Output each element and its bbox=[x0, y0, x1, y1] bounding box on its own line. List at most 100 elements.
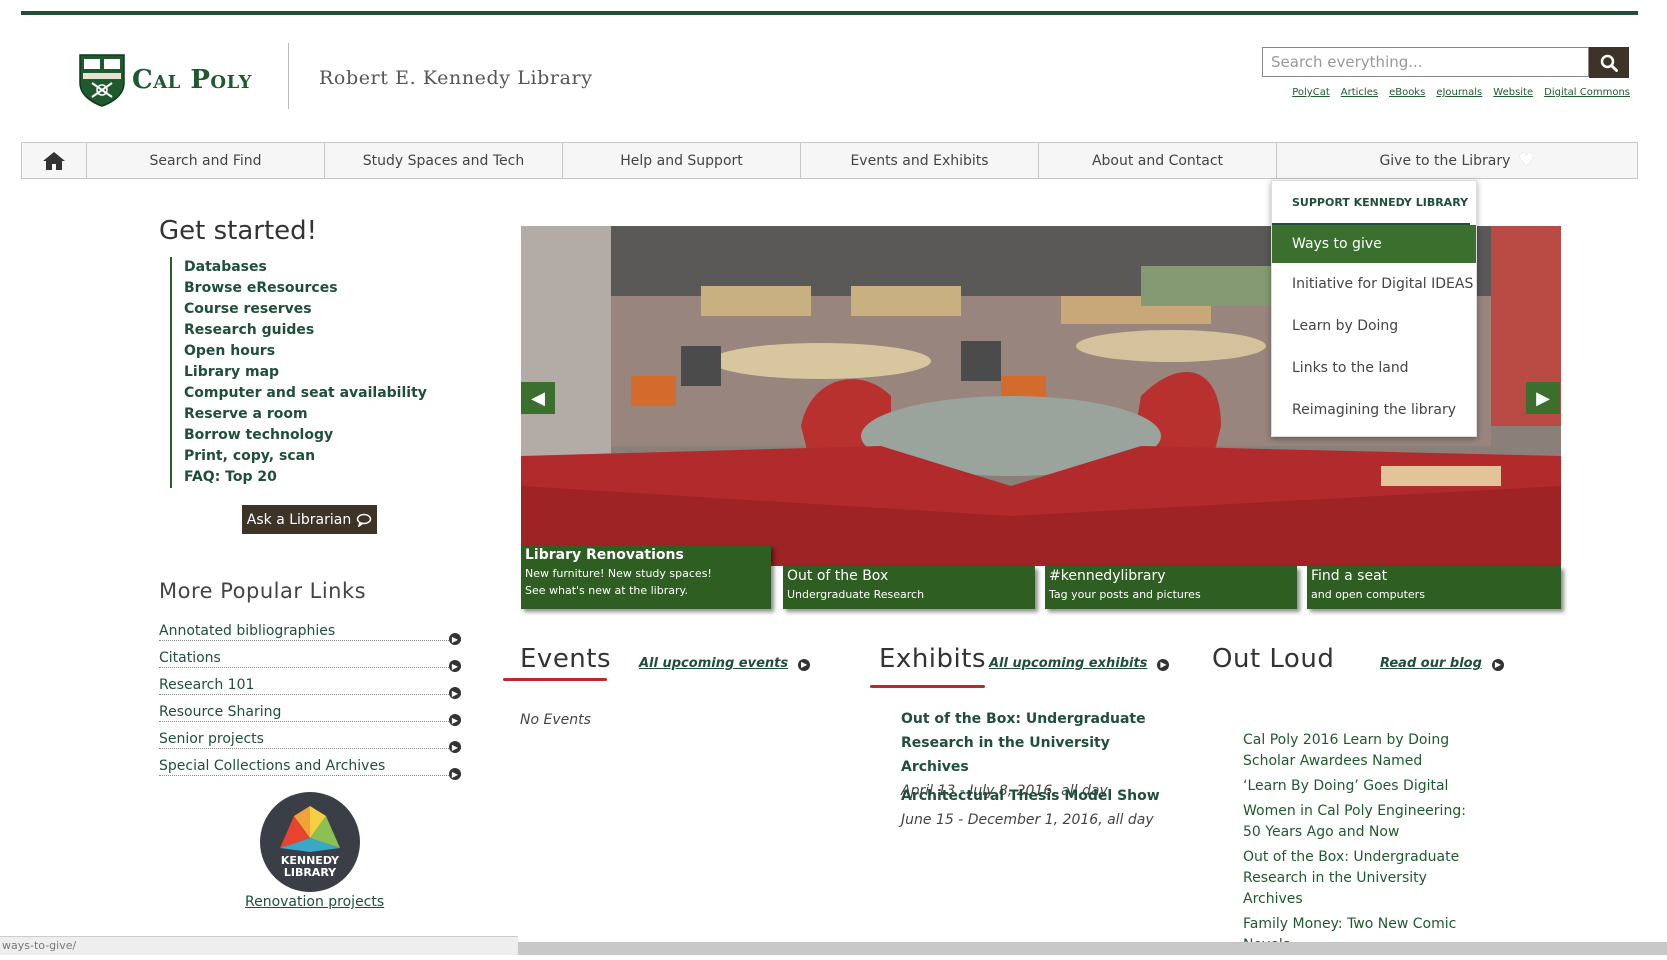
link-library-map[interactable]: Library map bbox=[184, 362, 427, 383]
get-started-heading: Get started! bbox=[159, 216, 318, 246]
link-label: Annotated bibliographies bbox=[159, 623, 336, 639]
horizontal-scrollbar[interactable] bbox=[518, 942, 1667, 955]
logo-divider bbox=[288, 43, 289, 109]
search-link-ejournals[interactable]: eJournals bbox=[1436, 87, 1482, 98]
read-blog-link[interactable]: Read our blog ▶ bbox=[1380, 656, 1504, 671]
main-nav: Search and Find Study Spaces and Tech He… bbox=[21, 142, 1638, 179]
browser-status-bar: ways-to-give/ bbox=[0, 936, 518, 955]
nav-help-support[interactable]: Help and Support bbox=[563, 143, 801, 178]
carousel-next-button[interactable]: ▶ bbox=[1526, 382, 1560, 414]
logo-text: Cal Poly bbox=[132, 65, 252, 95]
arrow-circle-icon: ▶ bbox=[798, 659, 811, 671]
link-course-reserves[interactable]: Course reserves bbox=[184, 299, 427, 320]
arrow-circle-icon: ▶ bbox=[449, 741, 461, 753]
search-link-polycat[interactable]: PolyCat bbox=[1292, 87, 1330, 98]
link-label: Senior projects bbox=[159, 731, 264, 747]
get-started-links: Databases Browse eResources Course reser… bbox=[170, 257, 427, 488]
exhibit-title[interactable]: Architectural Thesis Model Show bbox=[901, 784, 1181, 808]
nav-events-exhibits[interactable]: Events and Exhibits bbox=[801, 143, 1039, 178]
popular-links-heading: More Popular Links bbox=[159, 579, 367, 603]
search-link-digital-commons[interactable]: Digital Commons bbox=[1544, 87, 1630, 98]
link-borrow-tech[interactable]: Borrow technology bbox=[184, 425, 427, 446]
link-label: Citations bbox=[159, 650, 221, 666]
carousel-caption-renovations[interactable]: Library Renovations New furniture! New s… bbox=[521, 545, 771, 609]
link-label: Special Collections and Archives bbox=[159, 758, 386, 774]
nav-about-contact[interactable]: About and Contact bbox=[1039, 143, 1277, 178]
cal-poly-logo[interactable]: Cal Poly bbox=[78, 53, 252, 107]
popular-links-list: Annotated bibliographies ▶ Citations ▶ Res… bbox=[159, 614, 461, 780]
link-print-copy-scan[interactable]: Print, copy, scan bbox=[184, 446, 427, 467]
popular-link-citations[interactable]: Citations ▶ bbox=[159, 641, 461, 672]
caption-title: Out of the Box bbox=[787, 568, 889, 584]
link-computer-seat[interactable]: Computer and seat availability bbox=[184, 383, 427, 404]
all-exhibits-link[interactable]: All upcoming exhibits ▶ bbox=[989, 656, 1170, 671]
link-open-hours[interactable]: Open hours bbox=[184, 341, 427, 362]
carousel-caption-out-of-the-box[interactable]: Out of the Box Undergraduate Research bbox=[783, 566, 1035, 609]
dropdown-heading: SUPPORT KENNEDY LIBRARY bbox=[1272, 181, 1470, 225]
search-input[interactable] bbox=[1263, 48, 1588, 76]
search-link-ebooks[interactable]: eBooks bbox=[1389, 87, 1425, 98]
events-heading: Events bbox=[520, 644, 612, 674]
dropdown-item-reimagining[interactable]: Reimagining the library bbox=[1272, 389, 1476, 431]
link-faq[interactable]: FAQ: Top 20 bbox=[184, 467, 427, 488]
ask-librarian-button[interactable]: Ask a Librarian bbox=[242, 505, 377, 534]
carousel-caption-find-a-seat[interactable]: Find a seat and open computers bbox=[1307, 566, 1561, 609]
top-accent-bar bbox=[21, 11, 1638, 15]
link-reserve-room[interactable]: Reserve a room bbox=[184, 404, 427, 425]
carousel-caption-kennedylibrary[interactable]: #kennedylibrary Tag your posts and pictu… bbox=[1045, 566, 1297, 609]
search-button[interactable] bbox=[1589, 47, 1629, 78]
link-research-guides[interactable]: Research guides bbox=[184, 320, 427, 341]
events-underline bbox=[503, 678, 607, 681]
chat-icon bbox=[356, 513, 372, 527]
dropdown-item-learn-by-doing[interactable]: Learn by Doing bbox=[1272, 305, 1476, 347]
caption-sub: New furniture! New study spaces! bbox=[525, 567, 712, 580]
popular-link-senior-projects[interactable]: Senior projects ▶ bbox=[159, 722, 461, 753]
link-label: All upcoming events bbox=[639, 656, 789, 671]
link-databases[interactable]: Databases bbox=[184, 257, 427, 278]
blog-post-link[interactable]: Out of the Box: Undergraduate Research i… bbox=[1243, 847, 1483, 910]
chevron-left-icon: ◀ bbox=[531, 387, 545, 409]
all-events-link[interactable]: All upcoming events ▶ bbox=[639, 656, 811, 671]
search-icon bbox=[1600, 54, 1618, 72]
nav-label: Events and Exhibits bbox=[850, 152, 989, 169]
exhibits-heading: Exhibits bbox=[879, 644, 986, 674]
blog-post-list: Cal Poly 2016 Learn by Doing Scholar Awa… bbox=[1243, 730, 1483, 960]
blog-post-link[interactable]: Cal Poly 2016 Learn by Doing Scholar Awa… bbox=[1243, 730, 1483, 772]
nav-label: Study Spaces and Tech bbox=[362, 152, 525, 169]
popular-link-resource-sharing[interactable]: Resource Sharing ▶ bbox=[159, 695, 461, 726]
caption-title: Library Renovations bbox=[525, 547, 684, 563]
popular-link-research-101[interactable]: Research 101 ▶ bbox=[159, 668, 461, 699]
cal-poly-shield-icon bbox=[79, 54, 125, 107]
blog-post-link[interactable]: ‘Learn By Doing’ Goes Digital bbox=[1243, 776, 1483, 797]
search-link-articles[interactable]: Articles bbox=[1341, 87, 1378, 98]
popular-link-annotated[interactable]: Annotated bibliographies ▶ bbox=[159, 614, 461, 645]
exhibit-date: June 15 - December 1, 2016, all day bbox=[901, 812, 1154, 828]
nav-search-and-find[interactable]: Search and Find bbox=[87, 143, 325, 178]
exhibit-item: Architectural Thesis Model Show June 15 … bbox=[901, 784, 1181, 832]
dropdown-item-ways-to-give[interactable]: Ways to give bbox=[1272, 225, 1476, 263]
kennedy-library-badge[interactable]: KENNEDY LIBRARY bbox=[260, 792, 360, 892]
nav-home[interactable] bbox=[22, 143, 87, 178]
library-name[interactable]: Robert E. Kennedy Library bbox=[319, 67, 593, 89]
blog-post-link[interactable]: Women in Cal Poly Engineering: 50 Years … bbox=[1243, 801, 1483, 843]
popular-link-special-collections[interactable]: Special Collections and Archives ▶ bbox=[159, 749, 461, 780]
link-label: Research 101 bbox=[159, 677, 255, 693]
dropdown-item-links-to-land[interactable]: Links to the land bbox=[1272, 347, 1476, 389]
nav-study-spaces[interactable]: Study Spaces and Tech bbox=[325, 143, 563, 178]
no-events-text: No Events bbox=[520, 712, 591, 728]
caption-title: Find a seat bbox=[1311, 568, 1388, 584]
search-field-wrapper bbox=[1262, 47, 1589, 77]
link-label: All upcoming exhibits bbox=[989, 656, 1148, 671]
kennedy-library-logo: KENNEDY LIBRARY bbox=[280, 806, 340, 879]
give-dropdown-menu: SUPPORT KENNEDY LIBRARY Ways to give Ini… bbox=[1271, 180, 1477, 437]
caption-sub: Tag your posts and pictures bbox=[1049, 588, 1201, 601]
link-browse-eresources[interactable]: Browse eResources bbox=[184, 278, 427, 299]
carousel-prev-button[interactable]: ◀ bbox=[521, 382, 555, 414]
exhibit-title[interactable]: Out of the Box: Undergraduate Research i… bbox=[901, 707, 1181, 779]
renovation-projects-link[interactable]: Renovation projects bbox=[245, 894, 384, 910]
arrow-circle-icon: ▶ bbox=[1157, 659, 1170, 671]
link-label: Resource Sharing bbox=[159, 704, 282, 720]
nav-give[interactable]: Give to the Library ♥ bbox=[1277, 143, 1637, 178]
dropdown-item-digital-ideas[interactable]: Initiative for Digital IDEAS bbox=[1272, 263, 1476, 305]
search-link-website[interactable]: Website bbox=[1493, 87, 1533, 98]
